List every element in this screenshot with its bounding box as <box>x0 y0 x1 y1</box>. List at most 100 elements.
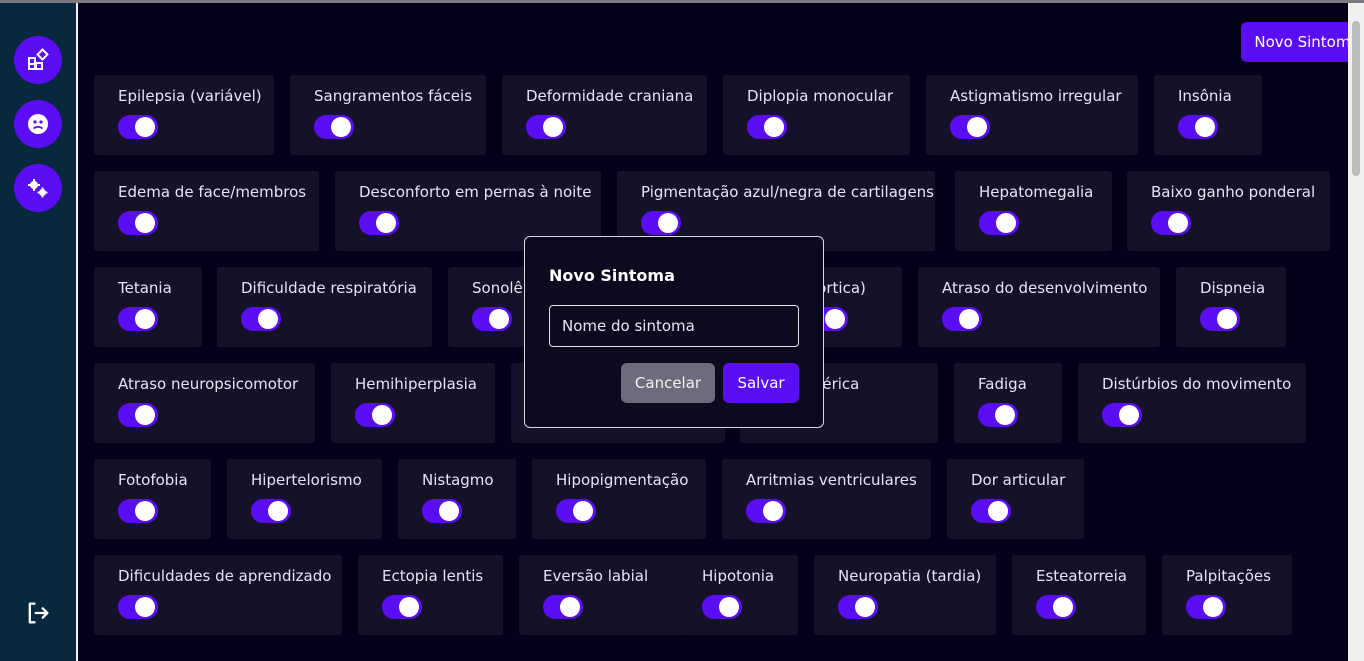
symptom-toggle[interactable] <box>118 307 158 331</box>
symptom-card: Hipertelorismo <box>227 459 382 539</box>
symptom-label: Sangramentos fáceis <box>314 87 473 105</box>
toggle-knob <box>489 309 509 329</box>
symptom-toggle[interactable] <box>950 115 990 139</box>
symptom-name-input[interactable] <box>549 305 799 347</box>
symptom-toggle[interactable] <box>1186 595 1226 619</box>
symptom-card: Neuropatia (tardia) <box>814 555 996 635</box>
symptom-toggle[interactable] <box>314 115 354 139</box>
scrollbar[interactable] <box>1348 3 1364 661</box>
toggle-knob <box>258 309 278 329</box>
toggle-knob <box>855 597 875 617</box>
symptom-label: Arritmias ventriculares <box>746 471 917 489</box>
symptom-toggle[interactable] <box>979 211 1019 235</box>
symptom-toggle[interactable] <box>556 499 596 523</box>
toggle-knob <box>135 309 155 329</box>
toggle-knob <box>268 501 288 521</box>
toggle-knob <box>959 309 979 329</box>
symptom-card: Atraso do desenvolvimento <box>918 267 1160 347</box>
symptom-label: Neuropatia (tardia) <box>838 567 982 585</box>
symptom-label: Esteatorreia <box>1036 567 1127 585</box>
symptom-toggle[interactable] <box>118 211 158 235</box>
symptom-toggle[interactable] <box>1036 595 1076 619</box>
symptom-card: Astigmatismo irregular <box>926 75 1138 155</box>
symptom-card: Epilepsia (variável) <box>94 75 274 155</box>
toggle-knob <box>1217 309 1237 329</box>
toggle-knob <box>1203 597 1223 617</box>
symptom-toggle[interactable] <box>472 307 512 331</box>
cancel-button[interactable]: Cancelar <box>621 363 715 403</box>
symptom-card: Insônia <box>1154 75 1262 155</box>
toggle-knob <box>967 117 987 137</box>
symptom-toggle[interactable] <box>746 499 786 523</box>
symptom-card: Tetania <box>94 267 202 347</box>
symptom-label: Dor articular <box>971 471 1066 489</box>
symptom-label: Atraso neuropsicomotor <box>118 375 299 393</box>
toggle-knob <box>135 597 155 617</box>
symptom-label: Baixo ganho ponderal <box>1151 183 1316 201</box>
patient-icon <box>28 114 48 134</box>
symptom-card: Hipopigmentação <box>532 459 706 539</box>
symptom-toggle[interactable] <box>118 115 158 139</box>
settings-icon <box>28 179 48 198</box>
symptom-toggle[interactable] <box>118 403 158 427</box>
symptom-toggle[interactable] <box>1178 115 1218 139</box>
symptom-toggle[interactable] <box>838 595 878 619</box>
symptom-label: Epilepsia (variável) <box>118 87 262 105</box>
symptom-toggle[interactable] <box>702 595 742 619</box>
symptom-card: Palpitações <box>1162 555 1292 635</box>
symptom-toggle[interactable] <box>1200 307 1240 331</box>
symptom-card: Sangramentos fáceis <box>290 75 486 155</box>
symptom-toggle[interactable] <box>118 595 158 619</box>
symptom-card: Fadiga <box>954 363 1062 443</box>
toggle-knob <box>372 405 392 425</box>
toggle-knob <box>135 405 155 425</box>
logout-button[interactable] <box>24 599 52 627</box>
symptom-label: Tetania <box>118 279 172 297</box>
sidebar-patient-button[interactable] <box>14 100 62 148</box>
symptom-label: Hipotonia <box>702 567 775 585</box>
toggle-knob <box>399 597 419 617</box>
toggle-knob <box>1119 405 1139 425</box>
toggle-knob <box>1053 597 1073 617</box>
symptom-card: Fotofobia <box>94 459 211 539</box>
toggle-knob <box>543 117 563 137</box>
symptom-card: Diplopia monocular <box>723 75 910 155</box>
symptom-toggle[interactable] <box>543 595 583 619</box>
symptom-label: Hipertelorismo <box>251 471 362 489</box>
toggle-knob <box>995 405 1015 425</box>
symptom-card: Eversão labial <box>519 555 687 635</box>
symptom-toggle[interactable] <box>526 115 566 139</box>
symptom-card: Dispneia <box>1176 267 1286 347</box>
symptom-toggle[interactable] <box>641 211 681 235</box>
symptom-card: Nistagmo <box>398 459 516 539</box>
logout-icon <box>28 602 49 624</box>
scrollbar-thumb[interactable] <box>1352 21 1360 176</box>
dashboard-icon <box>28 48 49 70</box>
sidebar-settings-button[interactable] <box>14 164 62 212</box>
toggle-knob <box>988 501 1008 521</box>
symptom-label: Desconforto em pernas à noite <box>359 183 592 201</box>
symptom-toggle[interactable] <box>355 403 395 427</box>
symptom-card: Ectopia lentis <box>358 555 503 635</box>
new-symptom-button[interactable]: Novo Sintoma <box>1241 22 1364 62</box>
symptom-toggle[interactable] <box>1151 211 1191 235</box>
symptom-toggle[interactable] <box>1102 403 1142 427</box>
symptom-label: Distúrbios do movimento <box>1102 375 1292 393</box>
symptom-toggle[interactable] <box>747 115 787 139</box>
symptom-label: Dificuldade respiratória <box>241 279 417 297</box>
symptom-toggle[interactable] <box>251 499 291 523</box>
save-button[interactable]: Salvar <box>723 363 799 403</box>
sidebar-dashboard-button[interactable] <box>14 36 62 84</box>
symptom-toggle[interactable] <box>241 307 281 331</box>
symptom-toggle[interactable] <box>978 403 1018 427</box>
symptom-label: Astigmatismo irregular <box>950 87 1122 105</box>
symptom-toggle[interactable] <box>359 211 399 235</box>
symptom-toggle[interactable] <box>942 307 982 331</box>
toggle-knob <box>560 597 580 617</box>
symptom-toggle[interactable] <box>382 595 422 619</box>
symptom-card: Baixo ganho ponderal <box>1127 171 1330 251</box>
symptom-toggle[interactable] <box>422 499 462 523</box>
toggle-knob <box>996 213 1016 233</box>
symptom-toggle[interactable] <box>971 499 1011 523</box>
symptom-toggle[interactable] <box>118 499 158 523</box>
